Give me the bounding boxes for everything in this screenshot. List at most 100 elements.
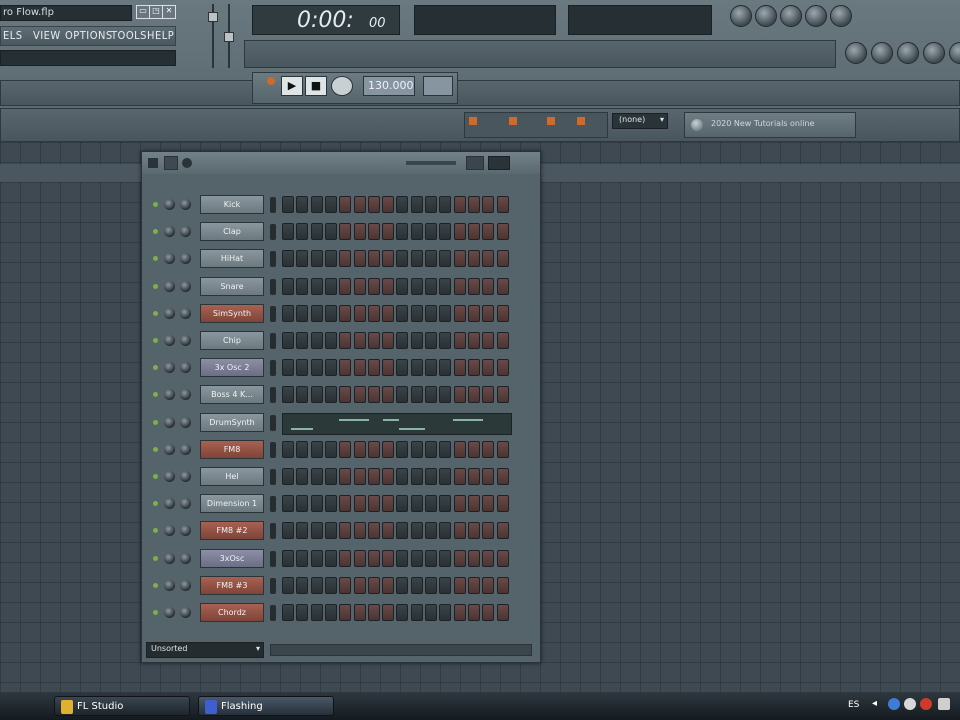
step-button[interactable]	[353, 468, 366, 485]
step-button[interactable]	[439, 359, 452, 377]
step-button[interactable]	[282, 277, 294, 295]
channel-volume-knob[interactable]	[180, 335, 191, 346]
channel-graph-editor[interactable]	[282, 412, 512, 435]
step-button[interactable]	[382, 277, 395, 295]
step-button[interactable]	[382, 304, 395, 322]
step-button[interactable]	[453, 386, 466, 404]
channel-select-indicator[interactable]	[270, 523, 276, 540]
step-button[interactable]	[425, 277, 437, 295]
step-button[interactable]	[310, 304, 323, 322]
step-button[interactable]	[496, 549, 509, 567]
step-button[interactable]	[367, 604, 380, 621]
channel-select-indicator[interactable]	[270, 550, 276, 567]
slice-tool-icon[interactable]	[577, 117, 585, 125]
step-button[interactable]	[453, 332, 466, 349]
tray-arrow-icon[interactable]: ◂	[872, 698, 877, 709]
step-button[interactable]	[367, 277, 380, 295]
channel-select-indicator[interactable]	[270, 469, 276, 485]
step-button[interactable]	[410, 468, 423, 485]
mixer-icon[interactable]	[830, 5, 852, 27]
channel-mute-led[interactable]	[153, 283, 158, 289]
step-button[interactable]	[439, 304, 452, 322]
step-button[interactable]	[310, 332, 323, 349]
step-button[interactable]	[439, 332, 452, 349]
step-button[interactable]	[324, 468, 337, 485]
step-button[interactable]	[324, 304, 337, 322]
step-sequencer-icon[interactable]	[805, 5, 827, 27]
menu-help[interactable]: HELP	[147, 29, 174, 42]
step-button[interactable]	[353, 304, 366, 322]
step-button[interactable]	[282, 576, 294, 594]
channel-pan-knob[interactable]	[164, 199, 175, 210]
step-button[interactable]	[425, 196, 437, 213]
step-button[interactable]	[482, 223, 495, 241]
channel-select-indicator[interactable]	[270, 441, 276, 458]
step-button[interactable]	[396, 359, 409, 377]
channel-mute-led[interactable]	[153, 555, 158, 561]
channel-select-indicator[interactable]	[270, 577, 276, 594]
step-button[interactable]	[367, 522, 380, 540]
step-button[interactable]	[396, 495, 409, 513]
step-button[interactable]	[282, 332, 294, 349]
step-button[interactable]	[382, 332, 395, 349]
step-button[interactable]	[467, 604, 480, 621]
step-button[interactable]	[367, 386, 380, 404]
channel-mute-led[interactable]	[153, 610, 158, 615]
step-button[interactable]	[467, 549, 480, 567]
swing-knob[interactable]	[182, 158, 192, 168]
step-button[interactable]	[453, 223, 466, 241]
step-button[interactable]	[467, 522, 480, 540]
step-button[interactable]	[496, 304, 509, 322]
channel-mute-led[interactable]	[153, 365, 158, 371]
step-button[interactable]	[482, 576, 495, 594]
step-button[interactable]	[482, 440, 495, 458]
step-button[interactable]	[353, 386, 366, 404]
step-button[interactable]	[367, 359, 380, 377]
step-button[interactable]	[467, 359, 480, 377]
channel-select-indicator[interactable]	[270, 197, 276, 213]
step-button[interactable]	[396, 440, 409, 458]
step-button[interactable]	[439, 468, 452, 485]
step-button[interactable]	[367, 495, 380, 513]
step-button[interactable]	[467, 440, 480, 458]
step-button[interactable]	[324, 277, 337, 295]
step-button[interactable]	[410, 440, 423, 458]
step-button[interactable]	[324, 522, 337, 540]
channel-mute-led[interactable]	[153, 256, 158, 262]
step-button[interactable]	[353, 522, 366, 540]
step-button[interactable]	[396, 522, 409, 540]
step-button[interactable]	[453, 468, 466, 485]
channel-select-indicator[interactable]	[270, 496, 276, 513]
step-button[interactable]	[453, 576, 466, 594]
record-button[interactable]	[331, 76, 353, 96]
channel-pan-knob[interactable]	[164, 552, 175, 564]
step-button[interactable]	[324, 604, 337, 621]
tempo-display[interactable]: 130.000	[363, 76, 415, 96]
step-button[interactable]	[482, 250, 495, 268]
channel-volume-knob[interactable]	[180, 226, 191, 238]
step-button[interactable]	[453, 196, 466, 213]
step-button[interactable]	[482, 468, 495, 485]
step-button[interactable]	[396, 196, 409, 213]
step-button[interactable]	[353, 359, 366, 377]
channel-volume-knob[interactable]	[180, 280, 191, 292]
channel-name-button[interactable]: Snare	[200, 276, 264, 296]
step-button[interactable]	[467, 223, 480, 241]
tray-icon-3[interactable]	[920, 698, 932, 710]
step-button[interactable]	[396, 604, 409, 621]
channel-mute-led[interactable]	[153, 338, 158, 343]
channel-select-indicator[interactable]	[270, 278, 276, 295]
channel-pan-knob[interactable]	[164, 471, 175, 482]
step-button[interactable]	[282, 522, 294, 540]
step-button[interactable]	[310, 359, 323, 377]
delete-tool-icon[interactable]	[547, 117, 555, 125]
step-button[interactable]	[382, 522, 395, 540]
channel-select-indicator[interactable]	[270, 414, 276, 431]
channel-select-indicator[interactable]	[270, 333, 276, 349]
channel-volume-knob[interactable]	[180, 362, 191, 374]
step-button[interactable]	[467, 495, 480, 513]
plugin-picker-icon[interactable]	[871, 42, 893, 64]
step-button[interactable]	[425, 604, 437, 621]
step-button[interactable]	[410, 196, 423, 213]
step-button[interactable]	[339, 359, 352, 377]
